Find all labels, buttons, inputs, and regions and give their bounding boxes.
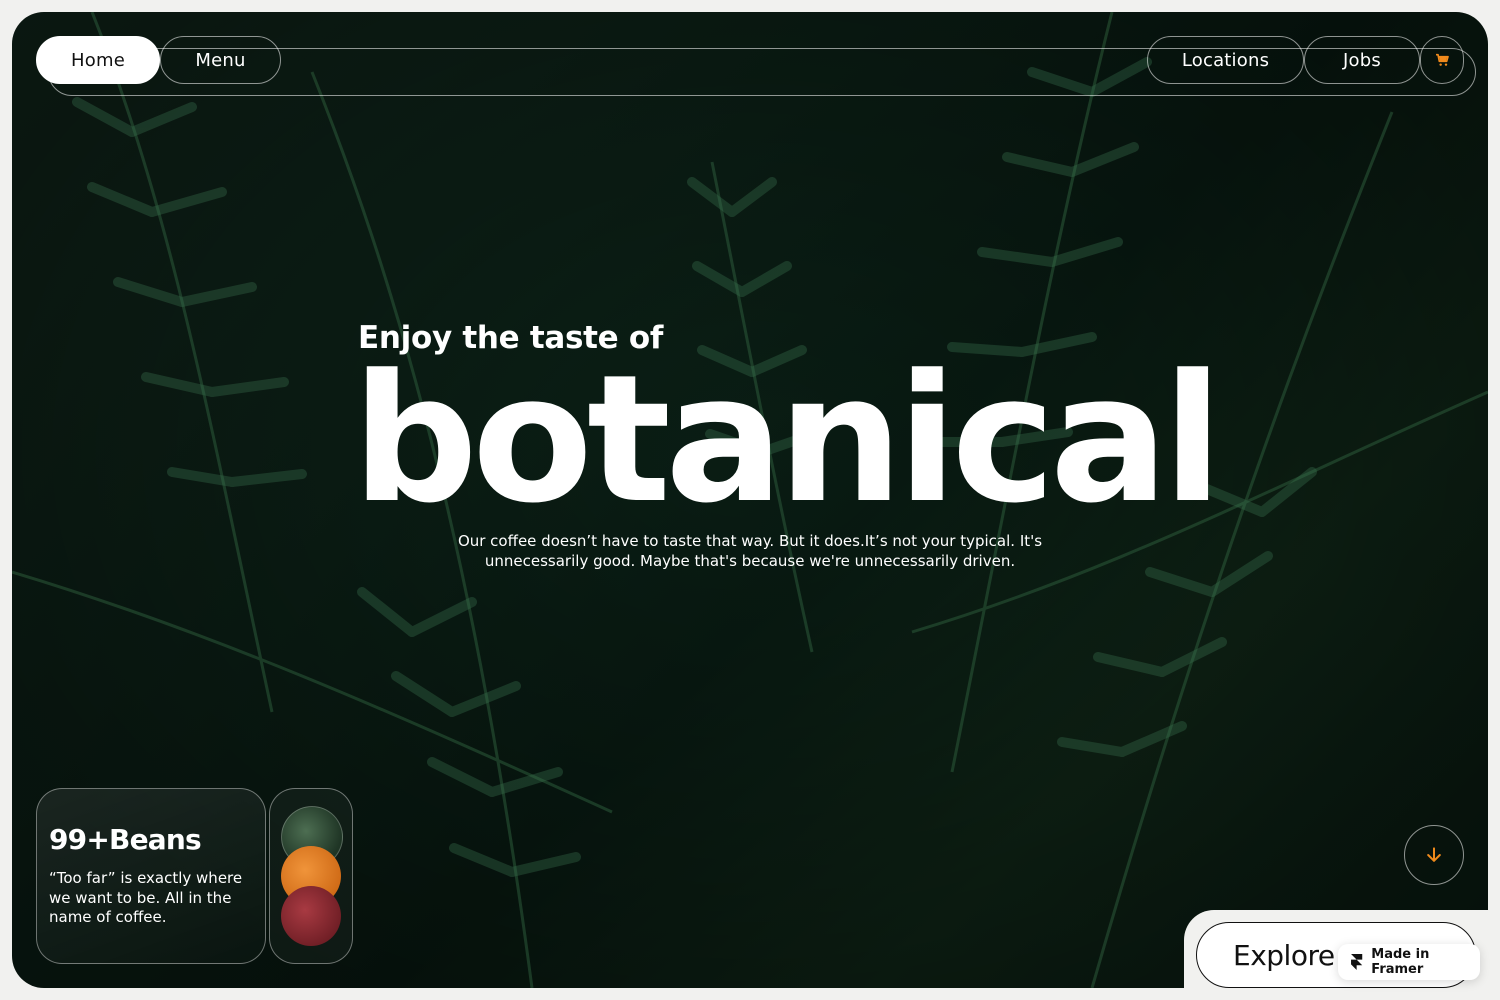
bean-swatches bbox=[269, 788, 353, 964]
beans-text: “Too far” is exactly where we want to be… bbox=[49, 869, 243, 926]
swatch-red bbox=[281, 886, 341, 946]
cart-button[interactable] bbox=[1420, 36, 1464, 84]
framer-badge-label: Made in Framer bbox=[1371, 947, 1430, 977]
scroll-down-button[interactable] bbox=[1404, 825, 1464, 885]
hero-description: Our coffee doesn’t have to taste that wa… bbox=[457, 532, 1043, 570]
arrow-down-icon bbox=[1427, 847, 1441, 862]
nav-locations-button[interactable]: Locations bbox=[1147, 36, 1304, 84]
cart-icon bbox=[1436, 53, 1449, 66]
hero-headline: botanical bbox=[352, 337, 1223, 542]
framer-logo-icon bbox=[1351, 954, 1363, 970]
beans-card: 99+Beans “Too far” is exactly where we w… bbox=[36, 788, 266, 964]
nav-jobs-button[interactable]: Jobs bbox=[1304, 36, 1420, 84]
beans-title: 99+Beans bbox=[49, 823, 202, 856]
framer-badge[interactable]: Made in Framer bbox=[1338, 944, 1480, 980]
nav-menu-button[interactable]: Menu bbox=[160, 36, 281, 84]
nav-home-button[interactable]: Home bbox=[36, 36, 160, 84]
